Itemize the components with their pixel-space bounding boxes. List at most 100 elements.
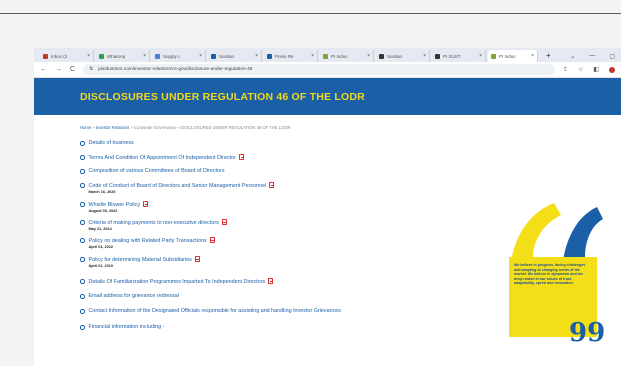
tab-title: Supply c bbox=[163, 53, 181, 59]
bullet-circle-icon bbox=[80, 257, 85, 262]
pdf-icon[interactable] bbox=[238, 154, 244, 160]
pdf-icon[interactable] bbox=[143, 201, 149, 207]
page-banner: DISCLOSURES UNDER REGULATION 46 OF THE L… bbox=[34, 78, 621, 115]
tab-search-icon[interactable]: ⌄ bbox=[570, 53, 575, 60]
disclosure-link[interactable]: Policy on dealing with Related Party Tra… bbox=[89, 238, 207, 244]
tab-favicon-icon bbox=[211, 53, 216, 59]
tab-title: WhatsAp bbox=[107, 53, 126, 59]
disclosure-item[interactable]: Details Of Familiarization Programmes Im… bbox=[80, 278, 274, 286]
browser-tab[interactable]: Supply c × bbox=[152, 50, 206, 62]
site-info-icon[interactable]: ⇅ bbox=[89, 67, 93, 72]
url-field[interactable]: ⇅ piindustries.com/investor-relations/cs… bbox=[83, 64, 555, 75]
tab-close-icon[interactable]: × bbox=[143, 53, 146, 59]
bullet-circle-icon bbox=[80, 294, 85, 299]
browser-tab[interactable]: WhatsAp × bbox=[96, 50, 150, 62]
tab-title: PI Indus bbox=[499, 53, 516, 59]
close-quote-icon: 99 bbox=[569, 318, 606, 348]
disclosure-link[interactable]: Policy for determining Material Subsidia… bbox=[89, 257, 192, 263]
window-controls: ⌄ — ▢ bbox=[570, 50, 621, 62]
disclosure-item[interactable]: Terms And Condition Of Appointment Of In… bbox=[80, 154, 244, 162]
bullet-circle-icon bbox=[80, 309, 85, 314]
bullet-circle-icon bbox=[80, 155, 85, 160]
bullet-circle-icon bbox=[80, 202, 85, 207]
tab-favicon-icon bbox=[379, 53, 384, 59]
browser-tab[interactable]: PI Indus × bbox=[320, 50, 374, 62]
disclosure-item[interactable]: Composition of various Committees of Boa… bbox=[80, 168, 225, 175]
disclosure-link[interactable]: Email address for grievance redressal bbox=[89, 293, 179, 299]
browser-tab[interactable]: Press Re × bbox=[264, 50, 318, 62]
bullet-circle-icon bbox=[80, 325, 85, 330]
tab-close-icon[interactable]: × bbox=[87, 53, 90, 59]
disclosure-item[interactable]: Financial information including - bbox=[80, 324, 164, 331]
tab-close-icon[interactable]: × bbox=[479, 53, 482, 59]
tab-title: Press Re bbox=[275, 53, 294, 59]
disclosure-link[interactable]: Whistle Blower Policy bbox=[89, 202, 141, 208]
tab-favicon-icon bbox=[435, 53, 440, 59]
breadcrumb-current: DISCLOSURES UNDER REGULATION 46 OF THE L… bbox=[181, 125, 291, 130]
minimize-icon[interactable]: — bbox=[589, 53, 595, 59]
disclosure-link[interactable]: Terms And Condition Of Appointment Of In… bbox=[89, 155, 236, 161]
url-text: piindustries.com/investor-relations/cs-g… bbox=[98, 67, 253, 72]
bullet-circle-icon bbox=[80, 169, 85, 174]
disclosure-item[interactable]: Details of business bbox=[80, 140, 134, 147]
breadcrumb-middle: » Corporate Governance » bbox=[129, 125, 182, 130]
disclosure-date: April 01, 2022 bbox=[88, 245, 113, 249]
disclosure-item[interactable]: Contact Information of the Designated Of… bbox=[80, 308, 341, 315]
disclosure-link[interactable]: Financial information including - bbox=[89, 324, 165, 330]
breadcrumb-investor-relations[interactable]: Investor Relations bbox=[96, 125, 130, 130]
tab-favicon-icon bbox=[43, 53, 48, 59]
tab-title: PI Indus bbox=[331, 53, 348, 59]
disclosure-item[interactable]: Policy for determining Material Subsidia… bbox=[80, 256, 200, 269]
pdf-icon[interactable] bbox=[209, 237, 215, 243]
disclosure-date: March 16, 2020 bbox=[88, 190, 116, 194]
toolbar-actions: ⇪ ☆ ◧ bbox=[563, 66, 615, 73]
pdf-icon[interactable] bbox=[268, 278, 274, 284]
disclosure-item[interactable]: Whistle Blower Policy August 03, 2022 bbox=[80, 201, 149, 214]
bullet-circle-icon bbox=[80, 183, 85, 188]
sidepanel-icon[interactable]: ◧ bbox=[593, 66, 599, 73]
quote-text: We believe in progress, facing challenge… bbox=[514, 263, 586, 286]
tab-close-icon[interactable]: × bbox=[367, 53, 370, 59]
page-title: DISCLOSURES UNDER REGULATION 46 OF THE L… bbox=[80, 90, 365, 103]
disclosure-link[interactable]: Criteria of making payments to non-execu… bbox=[89, 220, 219, 226]
forward-icon[interactable]: → bbox=[55, 66, 62, 73]
tab-close-icon[interactable]: × bbox=[255, 53, 258, 59]
disclosure-item[interactable]: Code of Conduct of Board of Directors an… bbox=[80, 182, 275, 195]
pdf-icon[interactable] bbox=[269, 182, 275, 188]
breadcrumb-home[interactable]: Home bbox=[80, 125, 91, 130]
browser-tab[interactable]: Sustain × bbox=[376, 50, 430, 62]
disclosure-date: August 03, 2022 bbox=[88, 209, 118, 213]
browser-tab[interactable]: Sustain × bbox=[208, 50, 262, 62]
bullet-circle-icon bbox=[80, 238, 85, 243]
browser-tab[interactable]: PI Indus × bbox=[488, 50, 538, 62]
tab-close-icon[interactable]: × bbox=[311, 53, 314, 59]
tab-close-icon[interactable]: × bbox=[531, 53, 534, 59]
tab-close-icon[interactable]: × bbox=[423, 53, 426, 59]
tab-close-icon[interactable]: × bbox=[199, 53, 202, 59]
reload-icon[interactable]: C bbox=[70, 66, 75, 73]
pdf-icon[interactable] bbox=[221, 219, 227, 225]
pdf-icon[interactable] bbox=[194, 256, 200, 262]
disclosure-link[interactable]: Details Of Familiarization Programmes Im… bbox=[89, 279, 266, 285]
disclosure-item[interactable]: Policy on dealing with Related Party Tra… bbox=[80, 237, 215, 250]
disclosure-link[interactable]: Contact Information of the Designated Of… bbox=[89, 308, 342, 314]
disclosure-date: April 01, 2019 bbox=[88, 264, 113, 268]
disclosure-item[interactable]: Criteria of making payments to non-execu… bbox=[80, 219, 227, 232]
browser-tab[interactable]: PI SUST × bbox=[432, 50, 486, 62]
disclosure-link[interactable]: Composition of various Committees of Boa… bbox=[89, 168, 225, 174]
tab-favicon-icon bbox=[155, 53, 160, 59]
disclosure-item[interactable]: Email address for grievance redressal bbox=[80, 293, 179, 300]
disclosure-link[interactable]: Details of business bbox=[89, 140, 134, 146]
new-tab-button[interactable]: + bbox=[540, 50, 557, 62]
disclosure-link[interactable]: Code of Conduct of Board of Directors an… bbox=[89, 183, 267, 189]
maximize-icon[interactable]: ▢ bbox=[609, 53, 615, 60]
back-icon[interactable]: ← bbox=[40, 66, 47, 73]
share-icon[interactable]: ⇪ bbox=[563, 66, 568, 73]
breadcrumb: Home » Investor Relations » Corporate Go… bbox=[34, 115, 621, 130]
bullet-circle-icon bbox=[80, 220, 85, 225]
bookmark-star-icon[interactable]: ☆ bbox=[578, 66, 583, 73]
tab-bar: Inbox (2 × WhatsAp × Supply c × Sustain × Press … bbox=[34, 48, 621, 62]
browser-tab[interactable]: Inbox (2 × bbox=[40, 50, 94, 62]
address-bar-row: ← → C ⇅ piindustries.com/investor-relati… bbox=[34, 62, 621, 78]
profile-avatar[interactable] bbox=[609, 66, 615, 73]
